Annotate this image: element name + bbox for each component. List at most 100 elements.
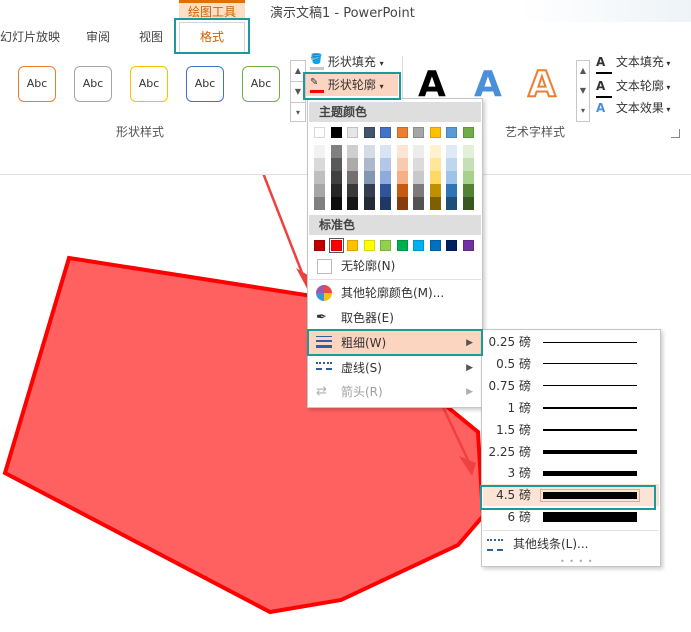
theme-color-swatch[interactable] xyxy=(396,145,408,158)
weight-option[interactable]: 1.5 磅 xyxy=(483,419,659,441)
theme-color-swatch[interactable] xyxy=(396,158,408,171)
text-outline-button[interactable]: A 文本轮廓 ▾ xyxy=(596,76,670,98)
more-outline-colors-item[interactable]: 其他轮廓颜色(M)... xyxy=(309,281,481,305)
standard-color-swatch[interactable] xyxy=(462,240,474,251)
theme-color-swatch[interactable] xyxy=(429,171,441,184)
theme-color-swatch[interactable] xyxy=(380,158,391,171)
text-fill-button[interactable]: A 文本填充 ▾ xyxy=(596,52,670,74)
theme-color-swatch[interactable] xyxy=(347,184,358,197)
theme-color-swatch[interactable] xyxy=(347,145,358,158)
theme-color-swatch[interactable] xyxy=(462,145,474,158)
theme-color-swatch[interactable] xyxy=(314,158,325,171)
theme-color-swatch[interactable] xyxy=(396,197,408,210)
theme-color-swatch[interactable] xyxy=(462,171,474,184)
theme-color-swatch[interactable] xyxy=(330,127,342,138)
theme-color-swatch[interactable] xyxy=(347,171,358,184)
theme-color-swatch[interactable] xyxy=(314,145,325,158)
theme-color-swatch[interactable] xyxy=(330,145,342,158)
gallery-more-icon[interactable]: ▾ xyxy=(291,103,305,123)
theme-color-swatch[interactable] xyxy=(380,127,391,138)
theme-color-swatch[interactable] xyxy=(429,197,441,210)
weight-option[interactable]: 0.75 磅 xyxy=(483,375,659,397)
dialog-launcher-icon[interactable] xyxy=(671,129,680,138)
shape-style-thumbnail[interactable]: Abc xyxy=(186,66,224,102)
standard-color-swatch[interactable] xyxy=(396,240,408,251)
theme-color-swatch[interactable] xyxy=(413,127,424,138)
text-effect-button[interactable]: A 文本效果 ▾ xyxy=(596,98,670,118)
theme-color-swatch[interactable] xyxy=(446,127,457,138)
no-outline-item[interactable]: 无轮廓(N) xyxy=(309,254,481,278)
theme-color-swatch[interactable] xyxy=(396,184,408,197)
shape-style-thumbnail[interactable]: Abc xyxy=(242,66,280,102)
theme-color-swatch[interactable] xyxy=(380,145,391,158)
theme-color-swatch[interactable] xyxy=(413,184,424,197)
theme-color-swatch[interactable] xyxy=(330,158,342,171)
theme-color-swatch[interactable] xyxy=(330,171,342,184)
theme-color-swatch[interactable] xyxy=(363,184,375,197)
theme-color-swatch[interactable] xyxy=(363,145,375,158)
standard-color-swatch[interactable] xyxy=(429,240,441,251)
tab-view[interactable]: 视图 xyxy=(139,26,163,48)
theme-color-swatch[interactable] xyxy=(446,171,457,184)
theme-color-swatch[interactable] xyxy=(446,197,457,210)
theme-color-swatch[interactable] xyxy=(347,158,358,171)
theme-color-swatch[interactable] xyxy=(462,197,474,210)
standard-color-swatch[interactable] xyxy=(328,238,344,253)
theme-color-swatch[interactable] xyxy=(347,127,358,138)
shape-style-thumbnail[interactable]: Abc xyxy=(18,66,56,102)
standard-color-swatch[interactable] xyxy=(363,240,375,251)
theme-color-swatch[interactable] xyxy=(462,158,474,171)
weight-option[interactable]: 2.25 磅 xyxy=(483,441,659,463)
standard-color-swatch[interactable] xyxy=(314,240,325,251)
theme-color-swatch[interactable] xyxy=(314,127,325,138)
theme-color-swatch[interactable] xyxy=(380,184,391,197)
theme-color-swatch[interactable] xyxy=(446,158,457,171)
theme-color-swatch[interactable] xyxy=(380,197,391,210)
standard-color-swatch[interactable] xyxy=(347,240,358,251)
theme-color-swatch[interactable] xyxy=(413,158,424,171)
standard-color-swatch[interactable] xyxy=(413,240,424,251)
shape-fill-button[interactable]: 🪣 形状填充 ▾ xyxy=(310,52,384,72)
theme-color-swatch[interactable] xyxy=(363,197,375,210)
theme-color-swatch[interactable] xyxy=(429,158,441,171)
theme-color-swatch[interactable] xyxy=(446,184,457,197)
resize-grip[interactable]: • • • • xyxy=(560,557,594,566)
theme-color-swatch[interactable] xyxy=(413,171,424,184)
theme-color-swatch[interactable] xyxy=(462,127,474,138)
theme-color-swatch[interactable] xyxy=(363,171,375,184)
theme-color-swatch[interactable] xyxy=(462,184,474,197)
shape-style-thumbnail[interactable]: Abc xyxy=(130,66,168,102)
theme-color-swatch[interactable] xyxy=(347,197,358,210)
theme-color-swatch[interactable] xyxy=(330,197,342,210)
theme-color-swatch[interactable] xyxy=(314,197,325,210)
shape-style-thumbnail[interactable]: Abc xyxy=(74,66,112,102)
theme-color-swatch[interactable] xyxy=(380,171,391,184)
theme-color-swatch[interactable] xyxy=(429,127,441,138)
theme-color-swatch[interactable] xyxy=(429,184,441,197)
more-lines-item[interactable]: 其他线条(L)... xyxy=(483,533,659,555)
theme-color-swatch[interactable] xyxy=(314,184,325,197)
theme-color-swatch[interactable] xyxy=(446,145,457,158)
eyedropper-item[interactable]: ✒ 取色器(E) xyxy=(309,306,481,330)
theme-color-swatch[interactable] xyxy=(396,171,408,184)
weight-option[interactable]: 0.25 磅 xyxy=(483,331,659,353)
tab-review[interactable]: 审阅 xyxy=(86,26,110,48)
theme-color-swatch[interactable] xyxy=(413,145,424,158)
theme-color-swatch[interactable] xyxy=(363,127,375,138)
tab-slideshow[interactable]: 幻灯片放映 xyxy=(0,26,60,48)
standard-color-swatch[interactable] xyxy=(446,240,457,251)
theme-color-swatch[interactable] xyxy=(396,127,408,138)
dashes-item[interactable]: 虚线(S) ▶ xyxy=(309,356,481,380)
wordart-style-orange[interactable]: A xyxy=(527,63,557,106)
theme-color-swatch[interactable] xyxy=(413,197,424,210)
theme-color-swatch[interactable] xyxy=(314,171,325,184)
theme-color-swatch[interactable] xyxy=(429,145,441,158)
weight-option[interactable]: 0.5 磅 xyxy=(483,353,659,375)
theme-color-swatch[interactable] xyxy=(330,184,342,197)
highlight-format-tab xyxy=(174,18,250,54)
wordart-scroll[interactable]: ▲ ▼ ▾ xyxy=(576,60,590,122)
weight-option[interactable]: 1 磅 xyxy=(483,397,659,419)
theme-color-swatch[interactable] xyxy=(363,158,375,171)
standard-color-swatch[interactable] xyxy=(380,240,391,251)
weight-option[interactable]: 3 磅 xyxy=(483,462,659,484)
